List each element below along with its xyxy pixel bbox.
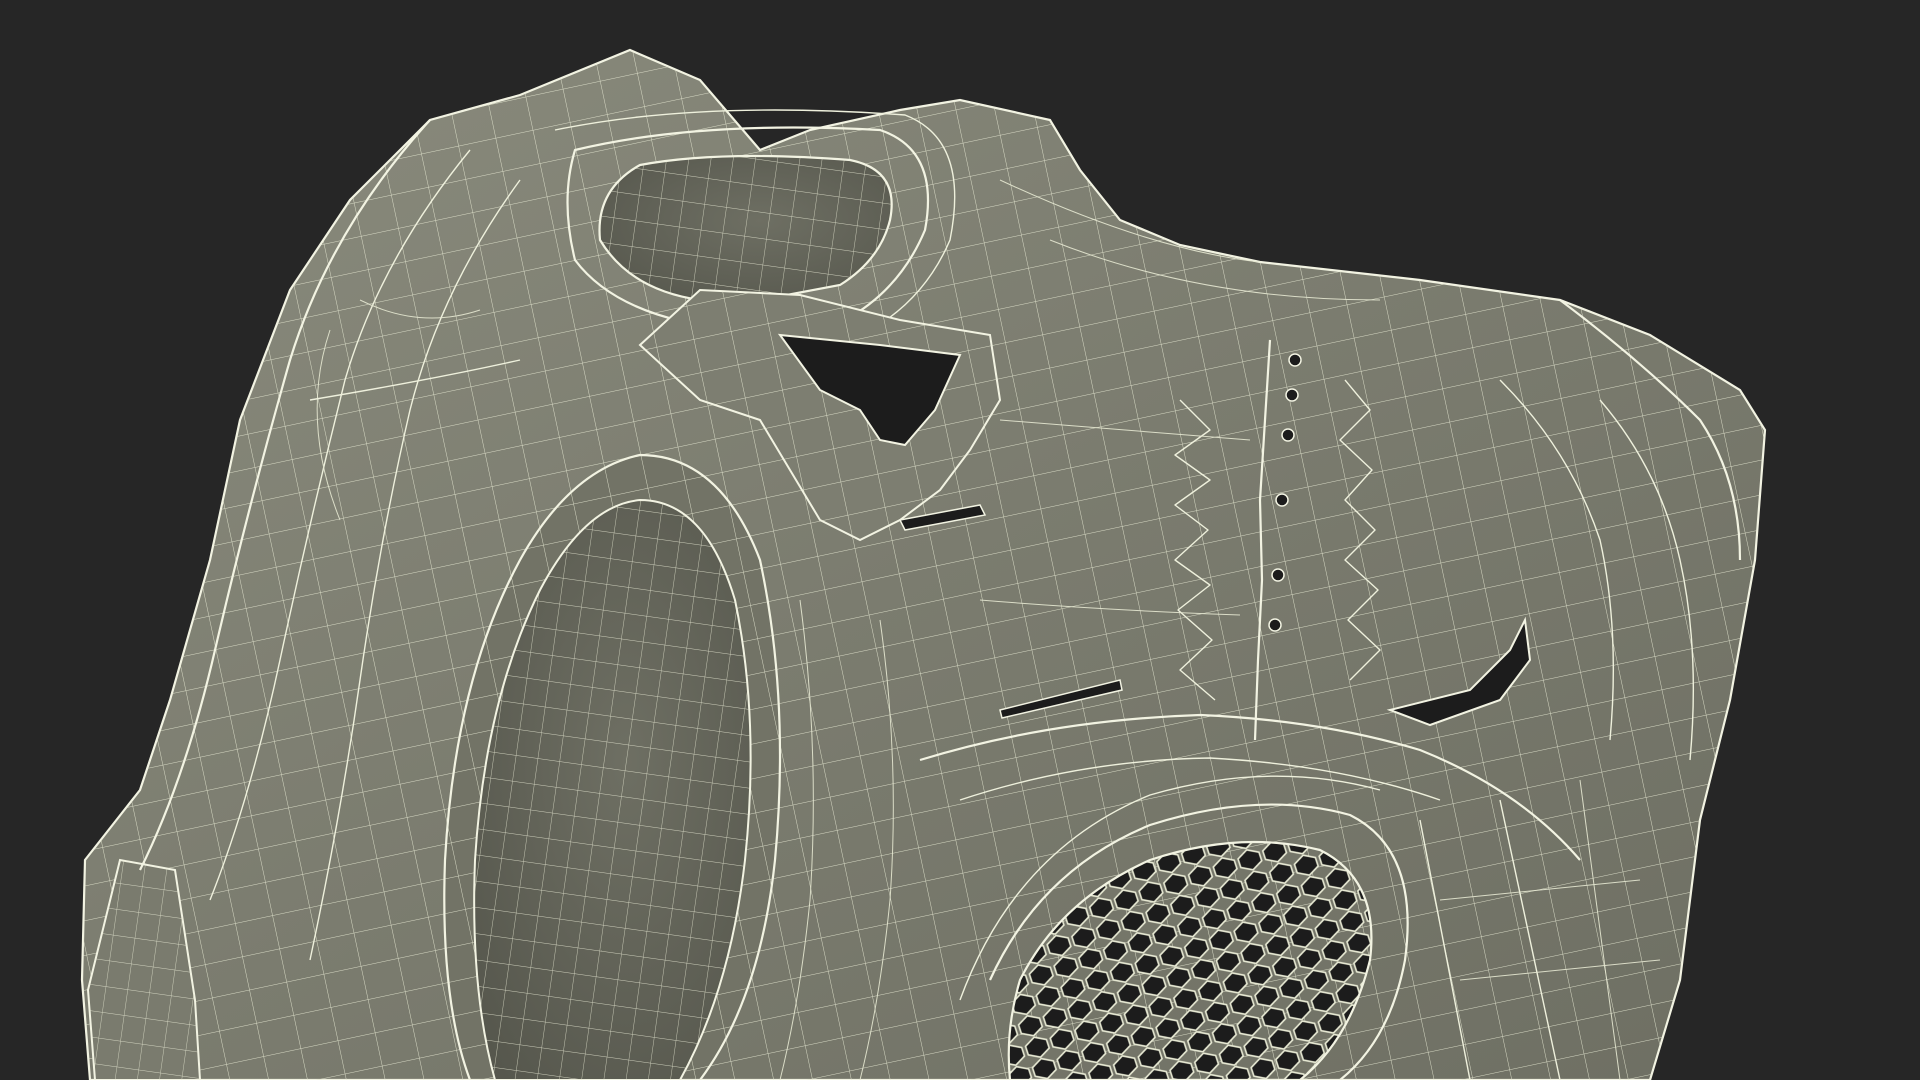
wireframe-render	[80, 48, 1767, 1080]
render-viewport	[0, 0, 1920, 1080]
